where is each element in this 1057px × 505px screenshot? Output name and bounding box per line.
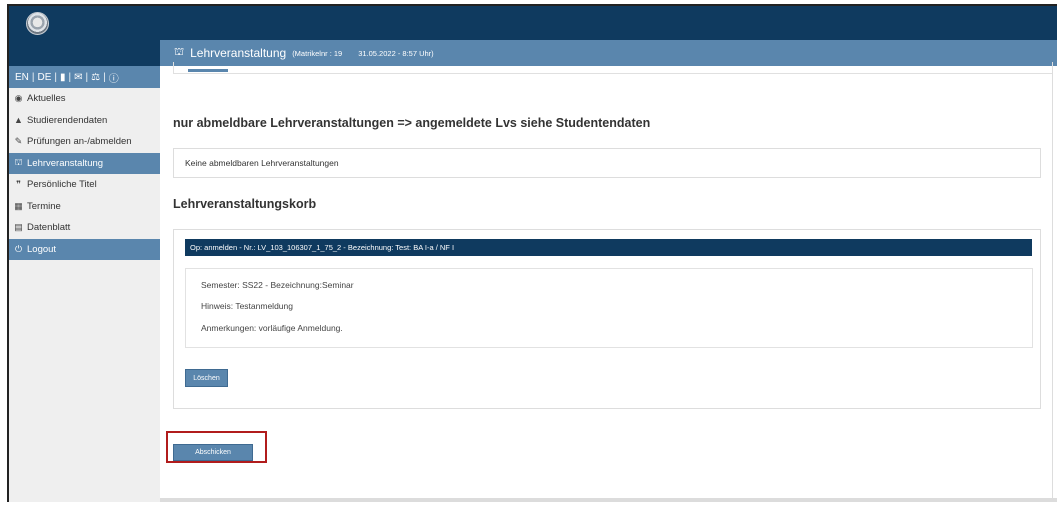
sidebar-item-termine[interactable]: ▦ Termine bbox=[9, 196, 160, 218]
sidebar-item-label: Datenblatt bbox=[27, 222, 71, 234]
header-datetime: 31.05.2022 - 8:57 Uhr) bbox=[358, 48, 434, 58]
basket-item-header: Op: anmelden - Nr.: LV_103_106307_1_75_2… bbox=[185, 239, 1032, 256]
basket-item-semester: Semester: SS22 - Bezeichnung:Seminar bbox=[201, 280, 354, 290]
quote-icon: ❞ bbox=[16, 179, 21, 190]
top-bar bbox=[9, 6, 1057, 40]
university-icon: ⛫ bbox=[174, 46, 185, 58]
previous-button-stub[interactable] bbox=[188, 69, 228, 72]
sidebar-item-label: Lehrveranstaltung bbox=[27, 157, 104, 169]
calendar-icon: ▦ bbox=[14, 200, 23, 211]
sidebar-item-label: Logout bbox=[27, 243, 57, 255]
no-courses-text: Keine abmeldbaren Lehrveranstaltungen bbox=[185, 158, 339, 168]
language-bar: EN | DE | ▮ | ✉ | ⚖ | ⓘ bbox=[9, 66, 160, 88]
basket-item-details: Semester: SS22 - Bezeichnung:Seminar Hin… bbox=[185, 268, 1033, 348]
university-icon: ⛫ bbox=[14, 157, 23, 168]
sidebar-item-pruefungen[interactable]: ✎ Prüfungen an-/abmelden bbox=[9, 131, 160, 153]
mail-icon[interactable]: ✉ bbox=[74, 72, 82, 83]
sidebar-item-label: Studierendendaten bbox=[27, 114, 108, 126]
page-title: Lehrveranstaltung bbox=[190, 46, 287, 60]
heading-lv-korb: Lehrveranstaltungskorb bbox=[173, 197, 317, 211]
sidebar: EN | DE | ▮ | ✉ | ⚖ | ⓘ ◉ Aktuelles ▲ St… bbox=[9, 6, 160, 502]
book-icon[interactable]: ▮ bbox=[60, 72, 66, 83]
sidebar-item-label: Termine bbox=[27, 200, 61, 212]
no-courses-panel: Keine abmeldbaren Lehrveranstaltungen bbox=[173, 148, 1041, 178]
previous-panel bbox=[173, 62, 1053, 74]
sidebar-item-datenblatt[interactable]: ▤ Datenblatt bbox=[9, 217, 160, 239]
basket-item-title: Op: anmelden - Nr.: LV_103_106307_1_75_2… bbox=[190, 243, 455, 252]
course-basket-panel: Op: anmelden - Nr.: LV_103_106307_1_75_2… bbox=[173, 229, 1041, 409]
heading-abmeldbare-lv: nur abmeldbare Lehrveranstaltungen => an… bbox=[173, 116, 651, 130]
graduation-cap-icon: ▲ bbox=[14, 115, 23, 126]
sidebar-item-studierendendaten[interactable]: ▲ Studierendendaten bbox=[9, 110, 160, 132]
basket-item-hinweis: Hinweis: Testanmeldung bbox=[201, 301, 293, 311]
sidebar-item-label: Aktuelles bbox=[27, 93, 66, 105]
university-seal-icon bbox=[26, 12, 49, 35]
sidebar-item-label: Persönliche Titel bbox=[27, 179, 97, 191]
main-content: nur abmeldbare Lehrveranstaltungen => an… bbox=[160, 62, 1057, 502]
scrollbar-track[interactable] bbox=[1052, 66, 1053, 502]
sidebar-item-aktuelles[interactable]: ◉ Aktuelles bbox=[9, 88, 160, 110]
submit-button[interactable]: Abschicken bbox=[173, 444, 253, 461]
lang-de-link[interactable]: DE bbox=[38, 72, 52, 83]
sidebar-item-label: Prüfungen an-/abmelden bbox=[27, 136, 132, 148]
edit-icon: ✎ bbox=[14, 136, 23, 147]
matrikel-number: (Matrikelnr : 19 bbox=[292, 48, 343, 58]
sidebar-nav: ◉ Aktuelles ▲ Studierendendaten ✎ Prüfun… bbox=[9, 88, 160, 260]
logo-area bbox=[9, 6, 160, 66]
delete-button[interactable]: Löschen bbox=[185, 369, 228, 387]
bottom-border bbox=[160, 498, 1057, 502]
balance-icon[interactable]: ⚖ bbox=[91, 72, 100, 83]
sidebar-item-persoenliche-titel[interactable]: ❞ Persönliche Titel bbox=[9, 174, 160, 196]
sidebar-item-logout[interactable]: ⏻ Logout bbox=[9, 238, 160, 260]
app-window: EN | DE | ▮ | ✉ | ⚖ | ⓘ ◉ Aktuelles ▲ St… bbox=[7, 4, 1057, 502]
info-icon[interactable]: ⓘ bbox=[109, 70, 119, 85]
sidebar-item-lehrveranstaltung[interactable]: ⛫ Lehrveranstaltung bbox=[9, 152, 160, 174]
list-icon: ▤ bbox=[14, 222, 23, 233]
power-icon: ⏻ bbox=[14, 243, 23, 254]
lang-en-link[interactable]: EN bbox=[15, 72, 29, 83]
basket-item-anmerkungen: Anmerkungen: vorläufige Anmeldung. bbox=[201, 323, 343, 333]
comment-icon: ◉ bbox=[14, 93, 23, 104]
